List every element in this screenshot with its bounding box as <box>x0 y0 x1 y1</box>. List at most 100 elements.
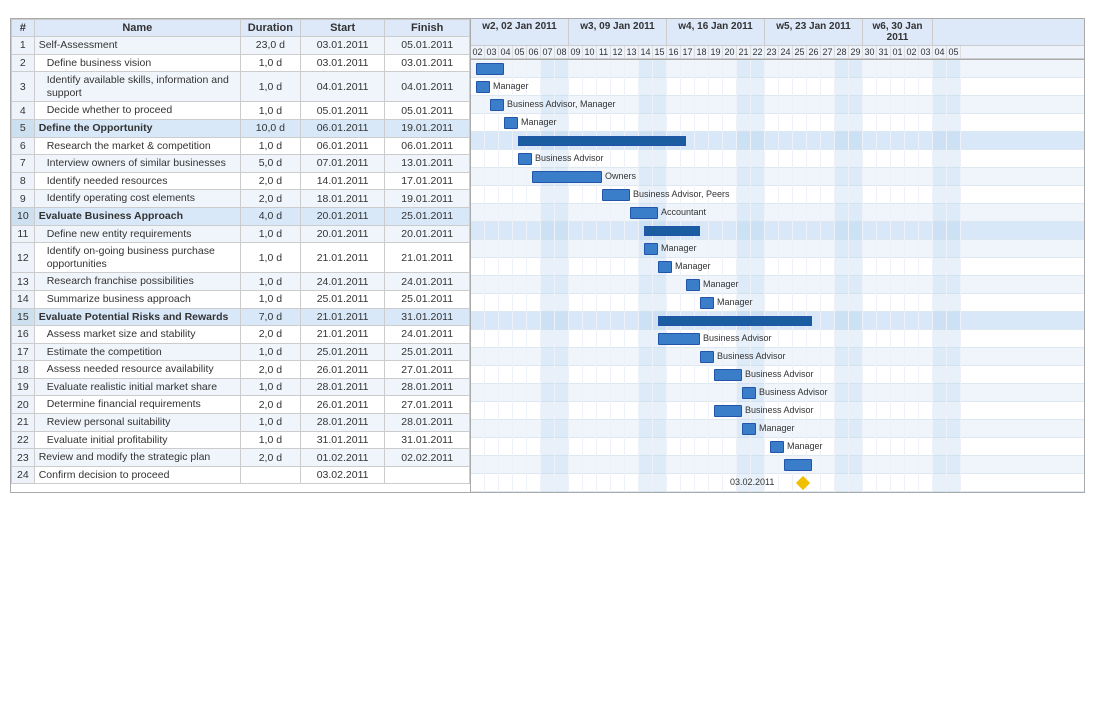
grid-col <box>807 420 821 438</box>
grid-col <box>485 132 499 150</box>
grid-col <box>821 330 835 348</box>
day-cell: 24 <box>779 46 793 58</box>
grid-col <box>947 258 961 276</box>
grid-col <box>723 438 737 456</box>
grid-col <box>597 204 611 222</box>
grid-col <box>891 456 905 474</box>
grid-col <box>471 276 485 294</box>
table-row: 5Define the Opportunity10,0 d06.01.20111… <box>12 119 470 137</box>
grid-col <box>877 150 891 168</box>
grid-col <box>499 240 513 258</box>
grid-col <box>905 276 919 294</box>
grid-col <box>667 402 681 420</box>
grid-col <box>821 78 835 96</box>
grid-col <box>667 420 681 438</box>
grid-col <box>597 240 611 258</box>
grid-col <box>793 258 807 276</box>
day-cell: 02 <box>905 46 919 58</box>
grid-col <box>821 420 835 438</box>
grid-col <box>639 168 653 186</box>
grid-col <box>723 150 737 168</box>
grid-col <box>513 312 527 330</box>
grid-col <box>793 294 807 312</box>
grid-col <box>947 348 961 366</box>
row-num: 1 <box>12 37 35 55</box>
row-finish: 24.01.2011 <box>385 326 470 344</box>
grid-col <box>751 114 765 132</box>
grid-col <box>849 258 863 276</box>
grid-col <box>527 438 541 456</box>
grid-col <box>569 330 583 348</box>
grid-col <box>947 456 961 474</box>
grid-col <box>653 276 667 294</box>
grid-col <box>751 132 765 150</box>
grid-col <box>891 348 905 366</box>
row-start: 21.01.2011 <box>300 243 385 273</box>
grid-col <box>639 60 653 78</box>
grid-col <box>821 150 835 168</box>
grid-col <box>863 438 877 456</box>
grid-col <box>709 150 723 168</box>
grid-col <box>947 438 961 456</box>
grid-col <box>919 114 933 132</box>
grid-col <box>541 258 555 276</box>
grid-col <box>933 96 947 114</box>
grid-col <box>625 456 639 474</box>
chart-row: Business Advisor <box>471 402 1084 420</box>
bar-label: Business Advisor <box>717 351 786 361</box>
grid-col <box>807 114 821 132</box>
grid-col <box>737 60 751 78</box>
table-row: 17Estimate the competition1,0 d25.01.201… <box>12 343 470 361</box>
grid-col <box>471 186 485 204</box>
day-cell: 10 <box>583 46 597 58</box>
grid-col <box>513 294 527 312</box>
day-cell: 01 <box>891 46 905 58</box>
grid-col <box>919 384 933 402</box>
grid-col <box>625 222 639 240</box>
row-num: 16 <box>12 326 35 344</box>
grid-col <box>527 222 541 240</box>
grid-col <box>499 294 513 312</box>
row-name: Research franchise possibilities <box>34 273 240 291</box>
grid-col <box>611 114 625 132</box>
row-finish: 25.01.2011 <box>385 207 470 225</box>
grid-col <box>597 312 611 330</box>
grid-col <box>471 168 485 186</box>
grid-col <box>597 420 611 438</box>
grid-col <box>919 258 933 276</box>
grid-col <box>625 96 639 114</box>
row-num: 15 <box>12 308 35 326</box>
grid-col <box>723 96 737 114</box>
grid-col <box>835 348 849 366</box>
grid-col <box>919 204 933 222</box>
row-start: 31.01.2011 <box>300 431 385 449</box>
day-cell: 05 <box>513 46 527 58</box>
grid-col <box>933 474 947 492</box>
grid-col <box>891 186 905 204</box>
row-duration: 1,0 d <box>240 378 300 396</box>
chart-row <box>471 132 1084 150</box>
grid-col <box>877 456 891 474</box>
grid-col <box>597 330 611 348</box>
bar-label: Business Advisor <box>745 405 814 415</box>
row-start: 05.01.2011 <box>300 102 385 120</box>
day-cell: 04 <box>499 46 513 58</box>
grid-col <box>933 60 947 78</box>
row-duration: 2,0 d <box>240 190 300 208</box>
grid-col <box>849 132 863 150</box>
grid-col <box>933 276 947 294</box>
day-cell: 31 <box>877 46 891 58</box>
grid-col <box>541 474 555 492</box>
day-cell: 15 <box>653 46 667 58</box>
row-duration: 23,0 d <box>240 37 300 55</box>
grid-col <box>891 294 905 312</box>
grid-col <box>513 402 527 420</box>
grid-col <box>905 186 919 204</box>
gantt-bar <box>658 261 672 273</box>
grid-col <box>821 474 835 492</box>
grid-col <box>779 150 793 168</box>
grid-col <box>625 330 639 348</box>
grid-col <box>779 276 793 294</box>
gantt-bar <box>714 369 742 381</box>
grid-col <box>751 456 765 474</box>
